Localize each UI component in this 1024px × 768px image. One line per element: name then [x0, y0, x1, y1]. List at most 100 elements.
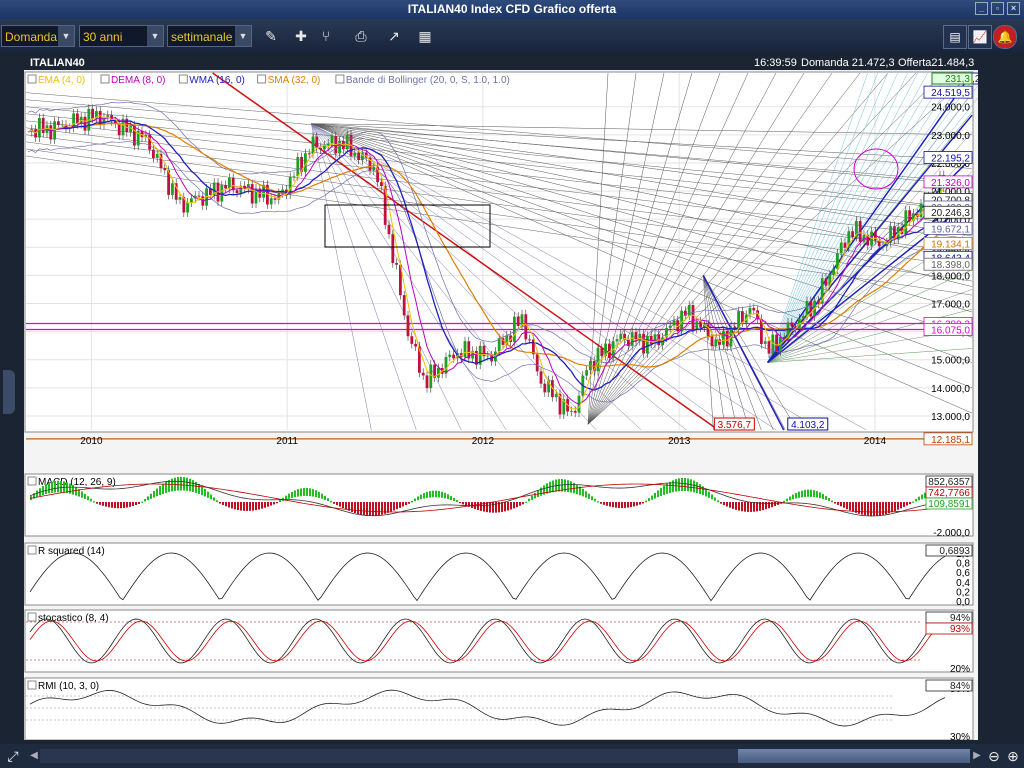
macd-histogram-bar [861, 502, 863, 515]
restore-icon[interactable]: ▫ [991, 2, 1004, 15]
macd-histogram-bar [276, 502, 278, 504]
macd-histogram-bar [324, 495, 326, 500]
scroll-right-icon[interactable]: ▶ [972, 749, 982, 763]
r-squared-panel: R squared (14)1,00,80,60,40,20,00,6893 [24, 542, 974, 608]
macd-histogram-bar [330, 500, 332, 503]
macd-histogram-bar [900, 502, 902, 509]
zoom-out-icon[interactable]: ⊖ [985, 747, 1003, 765]
macd-histogram-bar [114, 502, 116, 509]
expand-icon[interactable]: ⤢ [4, 747, 22, 765]
macd-histogram-bar [669, 481, 671, 493]
chart-svg: ITALIAN40 16:39:59 Domanda 21.472,3 Offe… [24, 54, 978, 740]
macd-histogram-bar [405, 502, 407, 506]
macd-histogram-bar [414, 498, 416, 502]
macd-histogram-bar [651, 495, 653, 500]
macd-histogram-bar [183, 477, 185, 491]
candle [452, 354, 455, 359]
fork-icon[interactable]: ⑂ [315, 26, 337, 46]
macd-histogram-bar [60, 480, 62, 493]
print-icon[interactable]: ⎙ [350, 26, 372, 46]
rmi-panel: RMI (10, 3, 0)50%30%84% [24, 677, 974, 740]
macd-histogram-bar [615, 502, 617, 508]
layout-icon[interactable]: ▤ [943, 25, 967, 49]
macd-histogram-bar [480, 502, 482, 511]
macd-histogram-bar [363, 502, 365, 516]
macd-histogram-bar [108, 502, 110, 508]
macd-histogram-bar [894, 502, 896, 511]
candle [638, 333, 642, 342]
macd-histogram-bar [246, 502, 248, 511]
macd-histogram-bar [270, 502, 272, 506]
macd-histogram-bar [303, 488, 305, 497]
panel-value-label: 852,6357 [928, 477, 970, 488]
macd-histogram-bar [294, 490, 296, 498]
macd-histogram-bar [360, 502, 362, 515]
macd-histogram-bar [186, 477, 188, 491]
macd-histogram-bar [732, 502, 734, 509]
macd-histogram-bar [273, 502, 275, 505]
macd-histogram-bar [90, 498, 92, 502]
candle [497, 338, 501, 352]
candle [380, 182, 383, 186]
macd-histogram-bar [243, 502, 245, 511]
grid-icon[interactable]: ▦ [414, 26, 436, 46]
macd-histogram-bar [336, 502, 338, 506]
zoom-in-icon[interactable]: ⊕ [1004, 747, 1022, 765]
macd-histogram-bar [825, 495, 827, 500]
macd-histogram-bar [654, 492, 656, 499]
macd-histogram-bar [912, 501, 914, 503]
macd-histogram-bar [297, 489, 299, 497]
macd-histogram-bar [744, 502, 746, 512]
candle [646, 335, 649, 354]
alarm-icon[interactable]: 🔔 [993, 25, 1017, 49]
scroll-left-icon[interactable]: ◀ [29, 749, 39, 763]
macd-histogram-bar [237, 502, 239, 511]
candle [357, 152, 360, 161]
macd-histogram-bar [840, 502, 842, 507]
macd-histogram-bar [519, 502, 521, 506]
scroll-thumb[interactable] [738, 749, 970, 763]
annotation-label: 3.576,7 [718, 420, 752, 431]
period-select[interactable]: 30 anni ▼ [79, 25, 164, 47]
macd-histogram-bar [369, 502, 371, 516]
close-icon[interactable]: × [1007, 2, 1020, 15]
macd-histogram-bar [678, 478, 680, 492]
macd-histogram-bar [843, 502, 845, 508]
pin-icon[interactable]: ✚ [290, 26, 312, 46]
price-type-select[interactable]: Domanda ▼ [1, 25, 75, 47]
macd-histogram-bar [381, 502, 383, 515]
macd-histogram-bar [642, 502, 644, 504]
macd-histogram-bar [135, 502, 137, 506]
macd-histogram-bar [531, 495, 533, 500]
macd-histogram-bar [36, 490, 38, 498]
macd-histogram-bar [429, 491, 431, 498]
candle [425, 375, 429, 389]
candle [539, 371, 543, 384]
side-panel-handle[interactable] [3, 370, 15, 414]
candle [186, 202, 189, 213]
macd-histogram-bar [810, 489, 812, 497]
macd-histogram-bar [681, 477, 683, 491]
macd-histogram-bar [870, 502, 872, 516]
pencil-icon[interactable]: ✎ [260, 26, 282, 46]
chart-area[interactable]: ITALIAN40 16:39:59 Domanda 21.472,3 Offe… [24, 54, 978, 740]
macd-histogram-bar [258, 502, 260, 510]
candle [307, 153, 311, 155]
candle [197, 195, 201, 197]
macd-histogram-bar [909, 502, 911, 505]
macd-histogram-bar [234, 502, 236, 510]
macd-histogram-bar [354, 502, 356, 514]
price-tag-label: 19.134,1 [931, 240, 970, 251]
candle [714, 339, 718, 347]
macd-histogram-bar [528, 498, 530, 502]
minimize-icon[interactable]: _ [975, 2, 988, 15]
chart-export-icon[interactable]: ↗ [383, 26, 405, 46]
chart-icon[interactable]: 📈 [968, 25, 992, 49]
macd-histogram-bar [81, 491, 83, 498]
interval-select[interactable]: settimanale ▼ [167, 25, 252, 47]
macd-histogram-bar [249, 502, 251, 511]
macd-histogram-bar [846, 502, 848, 510]
candle [148, 134, 151, 150]
macd-histogram-bar [189, 478, 191, 492]
candle [619, 333, 623, 340]
